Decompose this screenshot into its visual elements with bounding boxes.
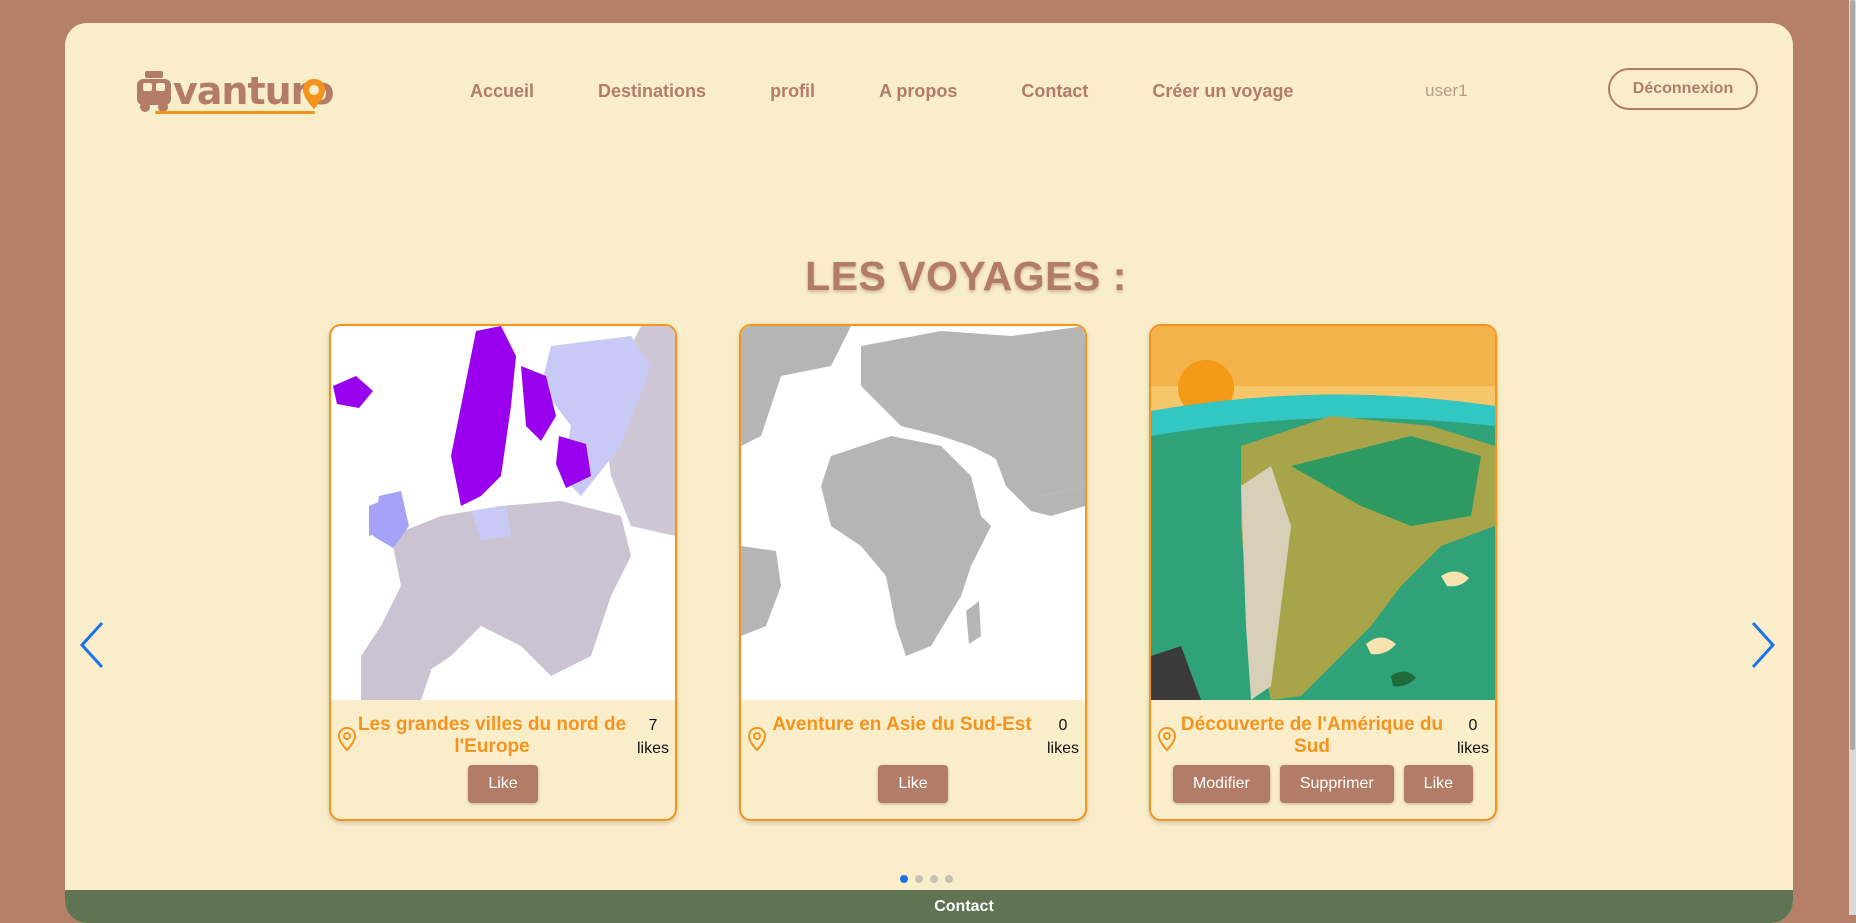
map-pin-icon	[1157, 726, 1177, 752]
chevron-right-icon	[1751, 621, 1776, 669]
nav-profil[interactable]: profil	[770, 81, 815, 102]
scrollbar-thumb[interactable]	[1850, 0, 1855, 750]
card-info: Aventure en Asie du Sud-Est 0 likes	[741, 706, 1085, 766]
logo-underline	[155, 111, 315, 114]
main-nav: Accueil Destinations profil A propos Con…	[470, 81, 1357, 102]
nav-contact[interactable]: Contact	[1021, 81, 1088, 102]
logo-pin-icon	[303, 79, 325, 109]
carousel-prev-button[interactable]	[74, 615, 114, 675]
likes-number: 0	[1058, 717, 1068, 734]
carousel-dot[interactable]	[930, 875, 938, 883]
carousel-dots	[900, 875, 953, 883]
likes-label: likes	[636, 740, 669, 757]
carousel-dot[interactable]	[945, 875, 953, 883]
map-pin-icon	[337, 726, 357, 752]
username: user1	[1425, 81, 1468, 100]
nav-a-propos[interactable]: A propos	[879, 81, 957, 102]
likes-number: 0	[1468, 717, 1478, 734]
likes-label: likes	[1456, 740, 1489, 757]
likes-label: likes	[1046, 740, 1079, 757]
like-button[interactable]: Like	[878, 765, 948, 803]
like-button[interactable]: Like	[468, 765, 538, 803]
trip-card: Aventure en Asie du Sud-Est 0 likes Like	[739, 324, 1087, 821]
card-title: Aventure en Asie du Sud-Est	[772, 714, 1032, 735]
nav-accueil[interactable]: Accueil	[470, 81, 534, 102]
card-actions: Like	[331, 765, 675, 803]
chevron-left-icon	[79, 621, 104, 669]
card-image-world-map	[741, 326, 1085, 700]
likes-count: 0 likes	[1043, 714, 1083, 760]
footer: Contact	[65, 890, 1793, 923]
card-actions: Like	[741, 765, 1085, 803]
map-pin-icon	[747, 726, 767, 752]
footer-title: Contact	[934, 898, 994, 915]
carousel-next-button[interactable]	[1741, 615, 1781, 675]
likes-count: 0 likes	[1453, 714, 1493, 760]
card-image-south-america-illustration	[1151, 326, 1495, 700]
trip-card: Découverte de l'Amérique du Sud 0 likes …	[1149, 324, 1497, 821]
page-panel: vanturo Accueil Destinations profil A pr…	[65, 23, 1793, 923]
card-title: Découverte de l'Amérique du Sud	[1180, 714, 1444, 757]
likes-number: 7	[648, 717, 658, 734]
card-info: Les grandes villes du nord de l'Europe 7…	[331, 706, 675, 766]
card-image-europe-map	[331, 326, 675, 700]
like-button[interactable]: Like	[1403, 765, 1474, 803]
van-icon	[137, 71, 171, 112]
likes-count: 7 likes	[633, 714, 673, 760]
card-actions: Modifier Supprimer Like	[1151, 765, 1495, 803]
carousel-dot[interactable]	[915, 875, 923, 883]
delete-button[interactable]: Supprimer	[1279, 765, 1394, 803]
card-info: Découverte de l'Amérique du Sud 0 likes	[1151, 706, 1495, 766]
logo[interactable]: vanturo	[135, 63, 335, 118]
logout-button[interactable]: Déconnexion	[1608, 68, 1758, 110]
trip-card: Les grandes villes du nord de l'Europe 7…	[329, 324, 677, 821]
nav-creer-voyage[interactable]: Créer un voyage	[1152, 81, 1293, 102]
edit-button[interactable]: Modifier	[1172, 765, 1270, 803]
page-title: LES VOYAGES :	[805, 253, 1127, 299]
carousel-dot[interactable]	[900, 875, 908, 883]
nav-destinations[interactable]: Destinations	[598, 81, 706, 102]
card-title: Les grandes villes du nord de l'Europe	[357, 714, 627, 757]
